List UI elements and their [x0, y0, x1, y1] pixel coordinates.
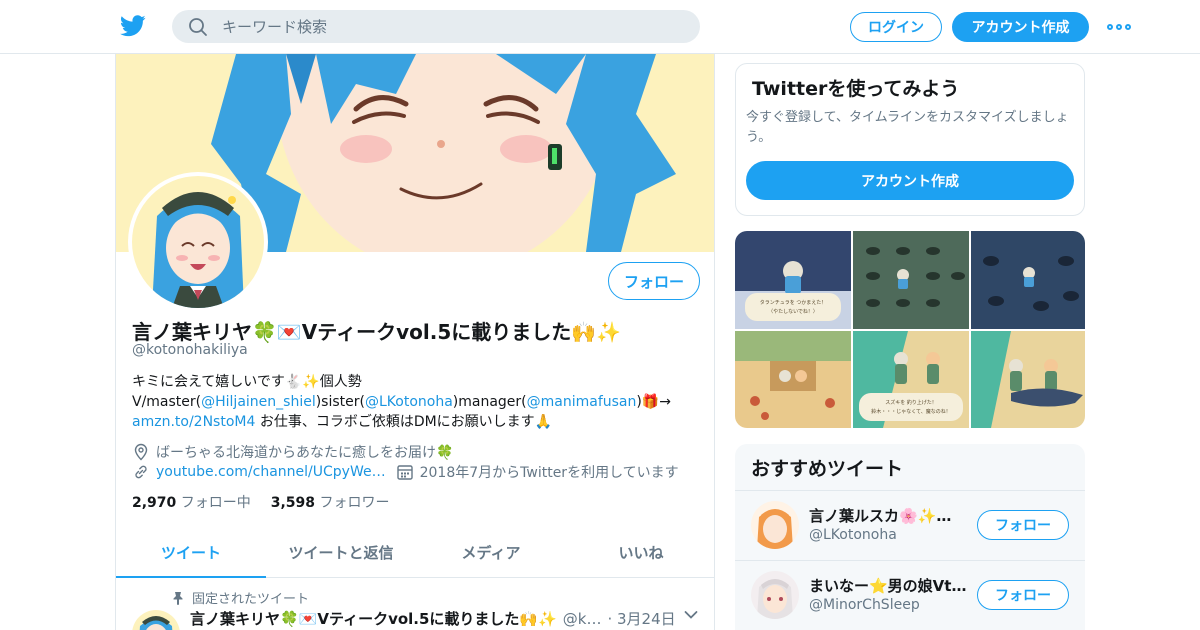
chevron-down-icon[interactable] — [684, 610, 698, 620]
profile-bio: キミに会えて嬉しいです🐇✨個人勢 V/master(@Hiljainen_shi… — [132, 372, 692, 432]
follow-counts: 2,970 フォロー中 3,598 フォロワー — [132, 492, 390, 512]
card-title: Twitterを使ってみよう — [752, 78, 960, 100]
calendar-icon — [396, 465, 413, 480]
pin-icon — [173, 591, 183, 605]
twitter-bird-icon[interactable] — [120, 14, 146, 38]
media-caption: （やたしないでね！） — [768, 308, 818, 315]
avatar-illustration — [132, 176, 264, 308]
recommended-handle[interactable]: @MinorChSleep — [809, 597, 920, 613]
bio-text: )manager( — [452, 394, 527, 410]
tweet-author-name[interactable]: 言ノ葉キリヤ🍀💌Vティークvol.5に載りました🙌✨ — [190, 608, 557, 629]
following-count-link[interactable]: 2,970 フォロー中 — [132, 492, 251, 512]
mention-link[interactable]: @manimafusan — [527, 394, 637, 410]
media-caption: タランチュラを つかまえた！ — [760, 299, 827, 306]
follow-button[interactable]: フォロー — [977, 510, 1069, 540]
recommended-handle[interactable]: @LKotonoha — [809, 527, 897, 543]
avatar[interactable] — [751, 571, 799, 619]
search-input[interactable] — [222, 17, 692, 36]
tab-tweets[interactable]: ツイート — [116, 528, 266, 578]
recommended-title: おすすめツイート — [751, 458, 904, 480]
profile-url-and-joined: youtube.com/channel/UCpyWe… 2018年7月からTwi… — [132, 462, 679, 482]
avatar[interactable] — [751, 501, 799, 549]
bio-text: )🎁→ — [636, 394, 672, 410]
media-caption: スズキを 釣り上げた！ — [885, 399, 937, 406]
profile-avatar[interactable] — [128, 172, 268, 312]
media-thumbnail[interactable] — [971, 231, 1085, 329]
tab-media[interactable]: メディア — [416, 528, 566, 577]
recommended-name[interactable]: まいなー⭐男の娘Vt… — [809, 575, 969, 596]
login-button[interactable]: ログイン — [850, 12, 942, 42]
search-icon — [189, 17, 207, 36]
profile-column: フォロー 言ノ葉キリヤ🍀💌Vティークvol.5に載りました🙌✨ @kotonoh… — [115, 54, 715, 630]
mention-link[interactable]: @Hiljainen_shiel — [201, 394, 316, 410]
media-caption: 鈴木・・・じゃなくて、魔なのね！ — [871, 408, 951, 415]
top-navigation-bar: ログイン アカウント作成 — [0, 0, 1200, 54]
recommended-name[interactable]: 言ノ葉ルスカ🌸✨… — [809, 505, 969, 526]
pinned-tweet-label: 固定されたツイート — [172, 588, 309, 607]
profile-location: ばーちゃる北海道からあなたに癒しをお届け🍀 — [132, 442, 453, 462]
bio-text: V/master( — [132, 394, 202, 410]
follow-button[interactable]: フォロー — [977, 580, 1069, 610]
signup-promo-card: Twitterを使ってみよう 今すぐ登録して、タイムラインをカスタマイズしましょ… — [735, 63, 1085, 216]
bio-line-3: amzn.to/2NstoM4 お仕事、コラボご依頼はDMにお願いします🙏 — [132, 412, 692, 432]
bio-text: お仕事、コラボご依頼はDMにお願いします🙏 — [255, 414, 553, 430]
location-pin-icon — [134, 443, 148, 461]
media-thumbnail-grid: タランチュラを つかまえた！ （やたしないでね！） スズキを 釣り上げた！ 鈴木… — [735, 231, 1085, 428]
pinned-tweet-header: 言ノ葉キリヤ🍀💌Vティークvol.5に載りました🙌✨ @k… · 3月24日 — [190, 608, 676, 629]
link-icon — [135, 465, 147, 479]
tweet-author-handle[interactable]: @k… — [563, 610, 602, 628]
media-thumbnail[interactable] — [853, 231, 969, 329]
bio-line-2: V/master(@Hiljainen_shiel)sister(@LKoton… — [132, 392, 692, 412]
follow-button[interactable]: フォロー — [608, 262, 700, 300]
tweet-date[interactable]: · 3月24日 — [607, 608, 675, 629]
followers-count-link[interactable]: 3,598 フォロワー — [271, 492, 390, 512]
media-thumbnail[interactable]: スズキを 釣り上げた！ 鈴木・・・じゃなくて、魔なのね！ — [853, 331, 969, 428]
profile-url-link[interactable]: youtube.com/channel/UCpyWe… — [156, 464, 386, 480]
profile-name: 言ノ葉キリヤ🍀💌Vティークvol.5に載りました🙌✨ — [132, 320, 622, 344]
joined-date: 2018年7月からTwitterを利用しています — [419, 465, 679, 481]
signup-button[interactable]: アカウント作成 — [952, 12, 1089, 42]
recommended-tweets-panel: おすすめツイート 言ノ葉ルスカ🌸✨… @LKotonoha フォロー まいなー⭐… — [735, 444, 1085, 630]
mention-link[interactable]: @LKotonoha — [365, 394, 453, 410]
more-dots-icon[interactable] — [1107, 22, 1131, 32]
card-signup-button[interactable]: アカウント作成 — [746, 161, 1074, 200]
profile-tabs: ツイート ツイートと返信 メディア いいね — [116, 528, 714, 578]
card-description: 今すぐ登録して、タイムラインをカスタマイズしましょう。 — [746, 110, 1069, 145]
bio-text: )sister( — [315, 394, 365, 410]
tab-tweets-and-replies[interactable]: ツイートと返信 — [266, 528, 416, 577]
bio-line-1: キミに会えて嬉しいです🐇✨個人勢 — [132, 374, 362, 390]
profile-handle[interactable]: @kotonohakiliya — [132, 342, 248, 358]
recommended-account[interactable]: 言ノ葉ルスカ🌸✨… @LKotonoha フォロー — [735, 490, 1085, 559]
media-thumbnail[interactable] — [735, 331, 851, 428]
amazon-link[interactable]: amzn.to/2NstoM4 — [132, 414, 255, 430]
media-thumbnail[interactable]: タランチュラを つかまえた！ （やたしないでね！） — [735, 231, 851, 329]
tab-likes[interactable]: いいね — [566, 528, 714, 577]
recommended-account[interactable]: まいなー⭐男の娘Vt… @MinorChSleep フォロー — [735, 560, 1085, 629]
media-thumbnail[interactable] — [971, 331, 1085, 428]
location-text: ばーちゃる北海道からあなたに癒しをお届け🍀 — [156, 445, 454, 461]
tweet-avatar[interactable] — [132, 610, 180, 630]
search-bar[interactable] — [172, 10, 700, 43]
